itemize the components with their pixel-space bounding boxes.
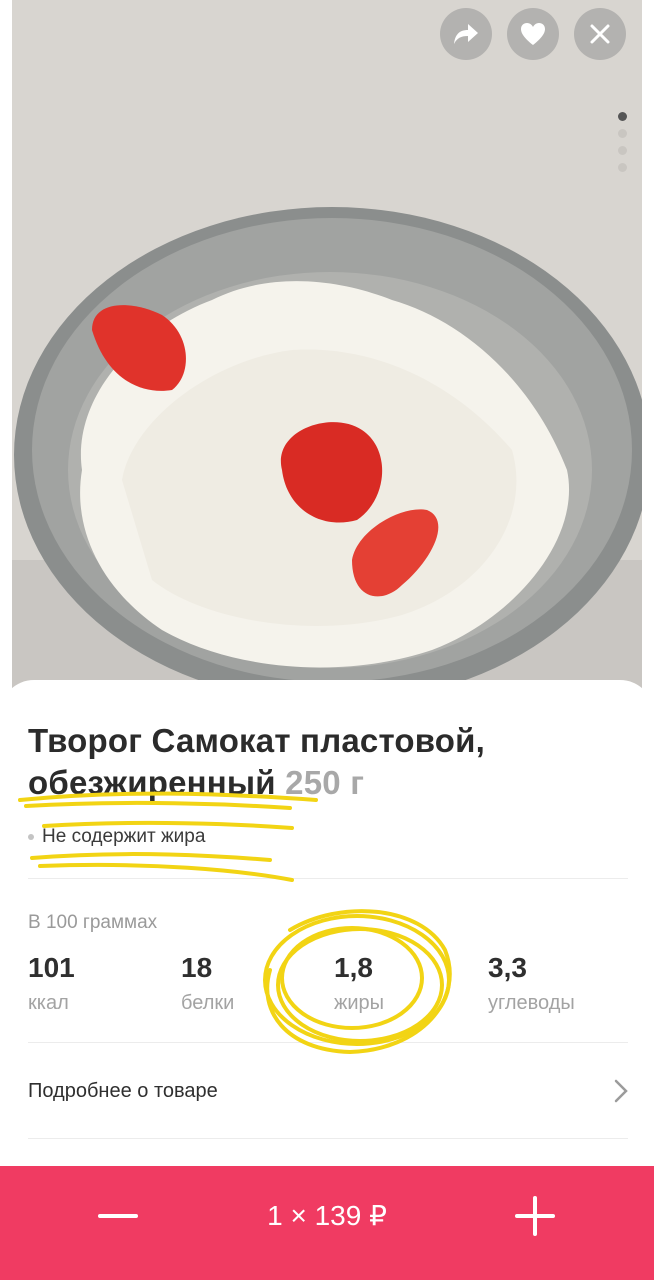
gallery-dot[interactable]	[618, 163, 627, 172]
tag-label: Не содержит жира	[42, 826, 206, 847]
nutrition-protein: 18 белки	[181, 948, 234, 1018]
nutrition-carbs: 3,3 углеводы	[488, 948, 575, 1018]
nutrition-label: углеводы	[488, 992, 575, 1014]
product-title-line2: обезжиренный	[28, 764, 276, 801]
nutrition-value: 3,3	[488, 952, 527, 983]
nutrition-label: жиры	[334, 992, 385, 1014]
favorite-button[interactable]	[507, 8, 559, 60]
product-details-link[interactable]: Подробнее о товаре	[28, 1066, 628, 1116]
divider	[28, 878, 628, 879]
nutrition-header: В 100 граммах	[28, 912, 158, 933]
close-button[interactable]	[574, 8, 626, 60]
bullet-icon	[28, 834, 34, 840]
chevron-right-icon	[614, 1079, 628, 1103]
share-icon	[454, 24, 478, 44]
gallery-dot[interactable]	[618, 129, 627, 138]
share-button[interactable]	[440, 8, 492, 60]
nutrition-value: 18	[181, 952, 213, 983]
nutrition-label: белки	[181, 992, 235, 1014]
product-title-line1: Творог Самокат пластовой,	[28, 722, 486, 759]
product-weight: 250 г	[285, 764, 365, 801]
cart-bar: 1 × 139 ₽	[0, 1166, 654, 1280]
divider	[28, 1138, 628, 1139]
gallery-dot[interactable]	[618, 112, 627, 121]
nutrition-label: ккал	[28, 992, 69, 1014]
nutrition-fat: 1,8 жиры	[334, 948, 384, 1018]
product-tag: Не содержит жира	[28, 824, 205, 850]
minus-icon	[98, 1214, 138, 1218]
cart-price: 1 × 139 ₽	[267, 1200, 387, 1231]
heart-icon	[521, 23, 545, 45]
close-icon	[590, 24, 610, 44]
increase-quantity-button[interactable]	[505, 1186, 565, 1246]
divider	[28, 1042, 628, 1043]
nutrition-value: 101	[28, 952, 75, 983]
gallery-pagination	[618, 112, 628, 180]
gallery-dot[interactable]	[618, 146, 627, 155]
nutrition-value: 1,8	[334, 952, 373, 983]
plus-icon	[515, 1196, 555, 1236]
product-title: Творог Самокат пластовой, обезжиренный 2…	[28, 720, 628, 804]
details-label: Подробнее о товаре	[28, 1079, 218, 1102]
nutrition-calories: 101 ккал	[28, 948, 75, 1018]
product-image[interactable]	[12, 0, 642, 720]
decrease-quantity-button[interactable]	[88, 1186, 148, 1246]
